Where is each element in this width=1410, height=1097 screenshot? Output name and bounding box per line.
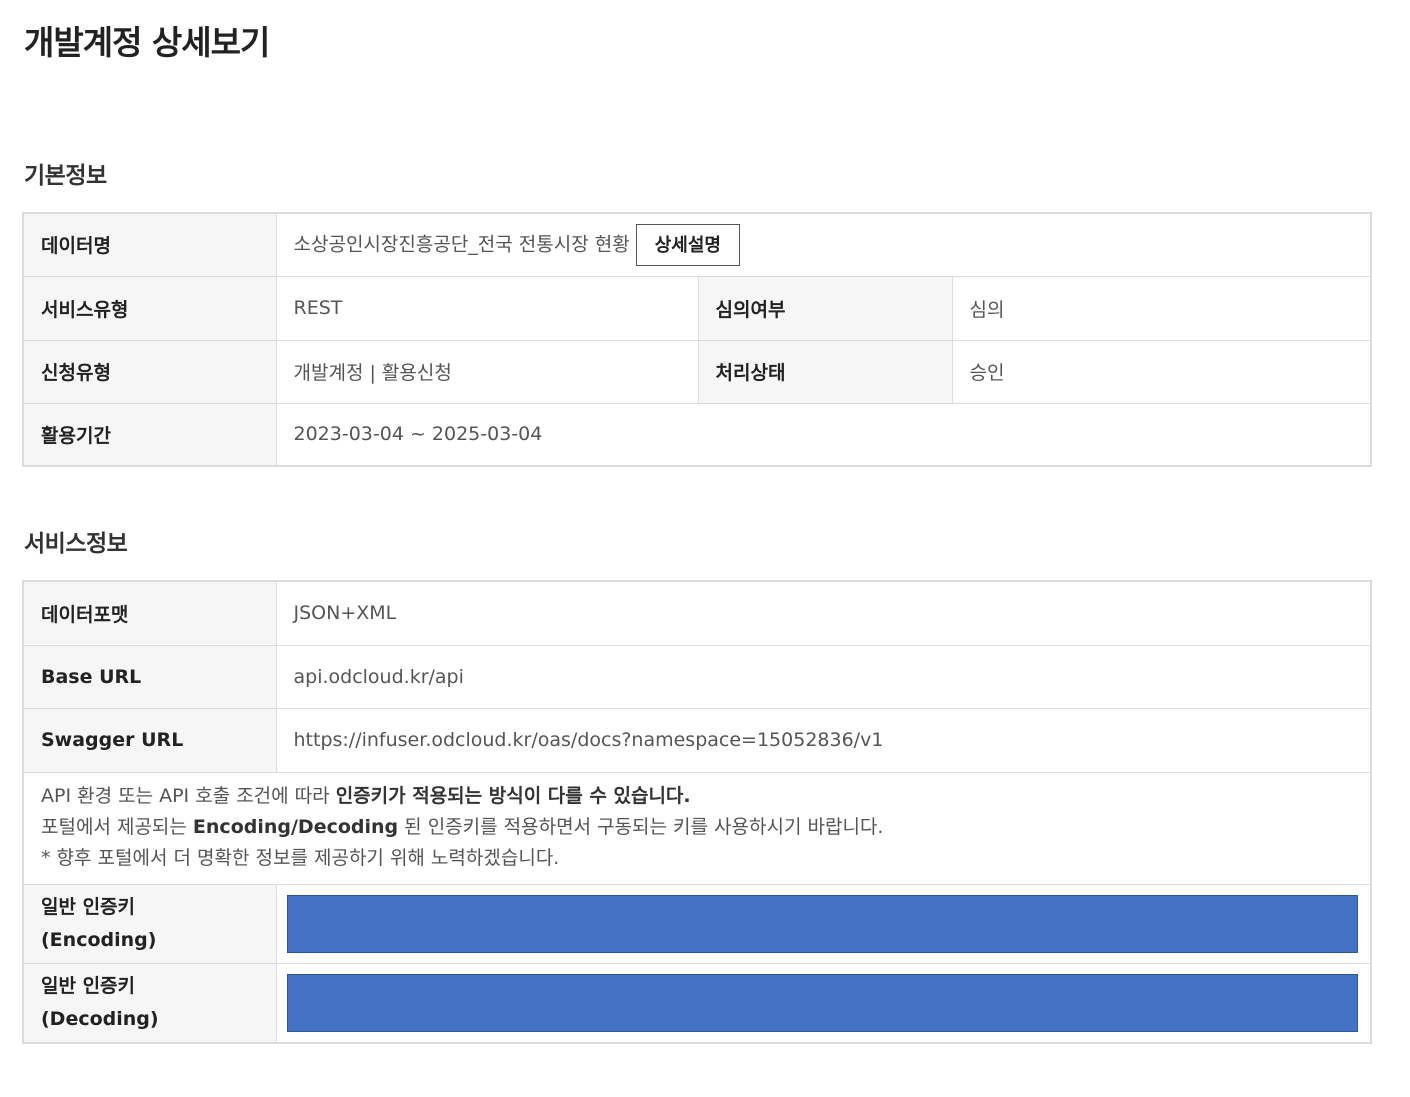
swagger-url-row: Swagger URL https://infuser.odcloud.kr/o… <box>22 707 1372 773</box>
request-type-label: 신청유형 <box>22 339 277 404</box>
notice-line-2-bold: Encoding/Decoding <box>192 815 399 838</box>
status-label: 처리상태 <box>697 339 953 404</box>
request-type-value: 개발계정 | 활용신청 <box>275 339 699 404</box>
swagger-url-label: Swagger URL <box>22 707 277 773</box>
period-label: 활용기간 <box>22 402 277 467</box>
decoding-key-label: 일반 인증키 (Decoding) <box>22 962 277 1043</box>
page-title: 개발계정 상세보기 <box>24 23 270 62</box>
notice-line-3: * 향후 포털에서 더 명확한 정보를 제공하기 위해 노력하겠습니다. <box>41 846 560 869</box>
data-format-row: 데이터포맷 JSON+XML <box>22 580 1372 646</box>
data-format-label: 데이터포맷 <box>22 580 277 646</box>
notice-line-2-prefix: 포털에서 제공되는 <box>41 815 193 838</box>
notice-row: API 환경 또는 API 호출 조건에 따라 인증키가 적용되는 방식이 다를… <box>22 771 1372 885</box>
request-type-row: 신청유형 개발계정 | 활용신청 처리상태 승인 <box>22 339 1372 404</box>
decoding-key-redacted-value[interactable] <box>286 973 1358 1032</box>
encoding-key-cell <box>275 883 1372 964</box>
service-type-row: 서비스유형 REST 심의여부 심의 <box>22 275 1372 341</box>
base-url-value: api.odcloud.kr/api <box>275 644 1372 709</box>
service-type-value: REST <box>275 275 699 341</box>
base-url-label: Base URL <box>22 644 277 709</box>
notice-line-1-bold: 인증키가 적용되는 방식이 다를 수 있습니다. <box>335 784 691 807</box>
notice-line-2: 포털에서 제공되는 Encoding/Decoding 된 인증키를 적용하면서… <box>41 812 1353 843</box>
review-value: 심의 <box>951 275 1372 341</box>
data-name-value: 소상공인시장진흥공단_전국 전통시장 현황 <box>293 233 630 256</box>
service-info-section-title: 서비스정보 <box>24 531 128 557</box>
swagger-url-value: https://infuser.odcloud.kr/oas/docs?name… <box>275 707 1372 773</box>
base-url-row: Base URL api.odcloud.kr/api <box>22 644 1372 709</box>
notice-line-1: API 환경 또는 API 호출 조건에 따라 인증키가 적용되는 방식이 다를… <box>41 781 1353 812</box>
status-value: 승인 <box>951 339 1372 404</box>
data-name-row: 데이터명 소상공인시장진흥공단_전국 전통시장 현황 상세설명 <box>22 212 1372 277</box>
period-row: 활용기간 2023-03-04 ~ 2025-03-04 <box>22 402 1372 467</box>
service-info-table: 데이터포맷 JSON+XML Base URL api.odcloud.kr/a… <box>22 580 1372 1044</box>
decoding-key-cell <box>275 962 1372 1043</box>
decoding-key-row: 일반 인증키 (Decoding) <box>22 962 1372 1043</box>
notice-line-2-suffix: 된 인증키를 적용하면서 구동되는 키를 사용하시기 바랍니다. <box>398 815 884 838</box>
period-value: 2023-03-04 ~ 2025-03-04 <box>275 402 1372 467</box>
detail-description-button[interactable]: 상세설명 <box>635 223 740 266</box>
basic-info-section-title: 기본정보 <box>24 163 107 189</box>
data-name-label: 데이터명 <box>22 212 277 277</box>
decoding-key-label-line2: (Decoding) <box>41 1007 159 1030</box>
encoding-key-redacted-value[interactable] <box>286 894 1358 953</box>
data-name-cell: 소상공인시장진흥공단_전국 전통시장 현황 상세설명 <box>275 212 1372 277</box>
notice-line-1-prefix: API 환경 또는 API 호출 조건에 따라 <box>41 784 336 807</box>
review-label: 심의여부 <box>697 275 953 341</box>
encoding-key-label-line1: 일반 인증키 <box>41 895 136 918</box>
decoding-key-label-line1: 일반 인증키 <box>41 974 136 997</box>
notice-text: API 환경 또는 API 호출 조건에 따라 인증키가 적용되는 방식이 다를… <box>22 771 1372 885</box>
encoding-key-row: 일반 인증키 (Encoding) <box>22 883 1372 964</box>
encoding-key-label: 일반 인증키 (Encoding) <box>22 883 277 964</box>
encoding-key-label-line2: (Encoding) <box>41 928 157 951</box>
data-format-value: JSON+XML <box>275 580 1372 646</box>
service-type-label: 서비스유형 <box>22 275 277 341</box>
basic-info-table: 데이터명 소상공인시장진흥공단_전국 전통시장 현황 상세설명 서비스유형 RES… <box>22 212 1372 467</box>
